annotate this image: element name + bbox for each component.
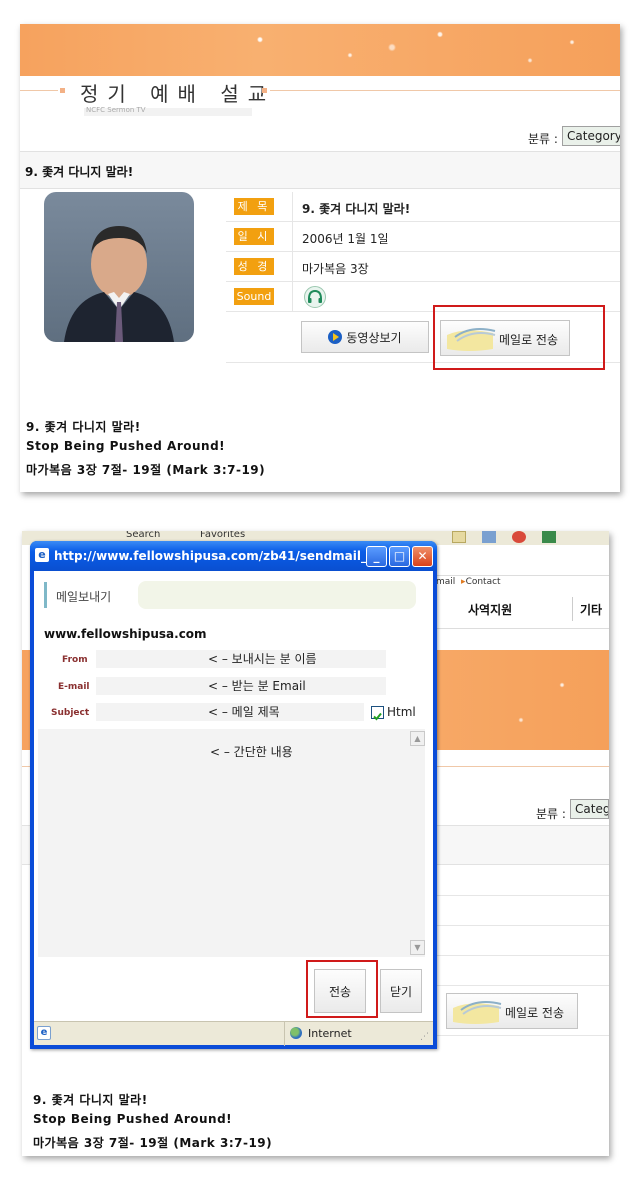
globe-icon: [290, 1027, 302, 1039]
date-value: 2006년 1월 1일: [302, 232, 389, 246]
email-label: E-mail: [58, 682, 90, 692]
maximize-icon[interactable]: □: [389, 546, 410, 567]
toolbar-icon[interactable]: [452, 531, 466, 543]
summary-title: 9. 좇겨 다니지 말라!: [26, 420, 141, 434]
title-divider: [20, 90, 58, 91]
title-value: 9. 좇겨 다니지 말라!: [302, 202, 411, 216]
status-zone: Internet: [308, 1027, 352, 1040]
popup-header: 메일보내기: [56, 590, 112, 604]
title-divider: [270, 90, 620, 91]
close-button-label: 닫기: [389, 984, 413, 999]
header-bar: [138, 581, 416, 609]
highlight-box: [433, 305, 605, 370]
category-select[interactable]: Category: [562, 126, 620, 146]
sermon-page-panel: 정기 예배 설교 NCFC Sermon TV 분류 : Category 9.…: [20, 24, 620, 492]
behind-send-email-label: 메일로 전송: [505, 1006, 565, 1020]
email-hint: < – 받는 분 Email: [208, 679, 306, 693]
title-label: 제 목: [234, 198, 274, 215]
sermon-heading-bar: 9. 좇겨 다니지 말라!: [20, 151, 620, 189]
page-subtitle: NCFC Sermon TV: [86, 106, 146, 114]
behind-summary-title: 9. 좇겨 다니지 말라!: [33, 1093, 148, 1107]
header-accent: [44, 582, 47, 608]
behind-link-mail[interactable]: mail: [436, 577, 455, 587]
html-checkbox[interactable]: [371, 706, 384, 721]
behind-summary-english: Stop Being Pushed Around!: [33, 1112, 233, 1126]
headphones-icon[interactable]: [304, 286, 326, 308]
page-title: 정기 예배 설교: [80, 82, 276, 106]
page-icon: e: [37, 1026, 51, 1040]
site-name: www.fellowshipusa.com: [44, 627, 207, 641]
header-banner: [20, 24, 620, 76]
subject-input[interactable]: < – 메일 제목: [96, 703, 364, 721]
sermon-heading: 9. 좇겨 다니지 말라!: [25, 165, 134, 179]
watch-video-label: 동영상보기: [346, 330, 402, 345]
toolbar-icon[interactable]: [512, 531, 526, 543]
close-button[interactable]: 닫기: [380, 969, 422, 1013]
email-input[interactable]: < – 받는 분 Email: [96, 677, 386, 695]
behind-category-label: 분류 :: [536, 807, 566, 821]
behind-nav-ministry[interactable]: 사역지원: [468, 601, 512, 618]
title-bullet: [262, 88, 267, 93]
send-highlight-box: [306, 960, 378, 1018]
status-bar: e Internet ⋰: [34, 1021, 433, 1046]
scripture-value: 마가복음 3장: [302, 262, 369, 276]
behind-summary-scripture: 마가복음 3장 7절- 19절 (Mark 3:7-19): [33, 1136, 273, 1150]
minimize-icon[interactable]: _: [366, 546, 387, 567]
popup-screenshot-panel: Search Favorites mail ▸Contact 사역지원 기타 분…: [22, 531, 609, 1156]
ie-icon: e: [35, 548, 49, 562]
resize-grip-icon[interactable]: ⋰: [420, 1032, 429, 1042]
info-row-scripture: 성 경 마가복음 3장: [226, 252, 620, 282]
from-label: From: [62, 655, 88, 665]
sound-label: Sound: [234, 288, 274, 305]
envelope-icon: [453, 1001, 502, 1024]
html-checkbox-label: Html: [387, 705, 416, 719]
message-hint: < – 간단한 내용: [210, 745, 293, 759]
popup-body: 메일보내기 www.fellowshipusa.com From < – 보내시…: [34, 571, 433, 1021]
title-bullet: [60, 88, 65, 93]
behind-link-contact[interactable]: Contact: [466, 577, 501, 587]
popup-titlebar[interactable]: e http://www.fellowshipusa.com/zb41/send…: [30, 541, 437, 571]
toolbar-search[interactable]: Search: [126, 531, 160, 540]
watch-video-button[interactable]: 동영상보기: [301, 321, 429, 353]
summary-scripture: 마가복음 3장 7절- 19절 (Mark 3:7-19): [26, 463, 266, 477]
scroll-down-icon[interactable]: ▼: [410, 940, 425, 955]
toolbar-icon[interactable]: [542, 531, 556, 543]
popup-url: http://www.fellowshipusa.com/zb41/sendma…: [54, 549, 381, 563]
close-icon[interactable]: ✕: [412, 546, 433, 567]
subject-label: Subject: [51, 708, 90, 718]
scripture-label: 성 경: [234, 258, 274, 275]
summary-english: Stop Being Pushed Around!: [26, 439, 226, 453]
message-textarea[interactable]: < – 간단한 내용 ▲ ▼: [38, 729, 425, 957]
behind-send-email-button[interactable]: 메일로 전송: [446, 993, 578, 1029]
toolbar-icon[interactable]: [482, 531, 496, 543]
play-icon: [328, 330, 343, 344]
toolbar-favorites[interactable]: Favorites: [200, 531, 245, 540]
behind-category-select[interactable]: Categ: [570, 799, 609, 819]
from-input[interactable]: < – 보내시는 분 이름: [96, 650, 386, 668]
info-row-date: 일 시 2006년 1월 1일: [226, 222, 620, 252]
from-hint: < – 보내시는 분 이름: [208, 652, 317, 666]
behind-nav-etc[interactable]: 기타: [580, 601, 602, 618]
info-row-title: 제 목 9. 좇겨 다니지 말라!: [226, 192, 620, 222]
behind-top-links: mail ▸Contact: [436, 577, 501, 587]
category-label: 분류 :: [528, 132, 558, 146]
subject-hint: < – 메일 제목: [208, 705, 280, 719]
date-label: 일 시: [234, 228, 274, 245]
mail-popup-window: e http://www.fellowshipusa.com/zb41/send…: [30, 541, 437, 1049]
scroll-up-icon[interactable]: ▲: [410, 731, 425, 746]
pastor-photo: [44, 192, 194, 342]
